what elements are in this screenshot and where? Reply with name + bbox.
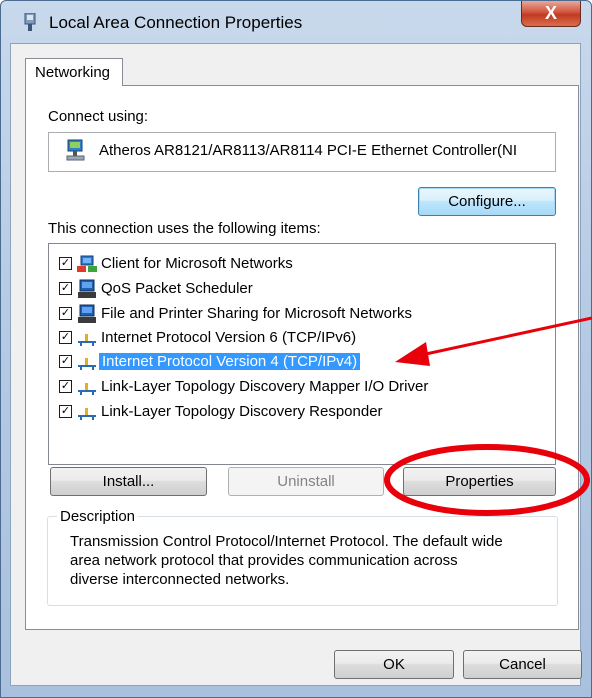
protocol-icon bbox=[78, 358, 96, 370]
network-adapter-icon bbox=[66, 139, 85, 161]
configure-button[interactable]: Configure... bbox=[418, 187, 556, 216]
item-label: Link-Layer Topology Discovery Mapper I/O… bbox=[101, 378, 429, 395]
connect-using-label: Connect using: bbox=[48, 108, 149, 125]
ok-button[interactable]: OK bbox=[334, 650, 454, 679]
checkbox[interactable]: ✓ bbox=[59, 307, 72, 320]
description-text: Transmission Control Protocol/Internet P… bbox=[70, 532, 540, 589]
protocol-icon bbox=[78, 334, 96, 346]
description-line: diverse interconnected networks. bbox=[70, 571, 290, 588]
service-icon bbox=[78, 304, 96, 323]
checkbox[interactable]: ✓ bbox=[59, 331, 72, 344]
checkbox[interactable]: ✓ bbox=[59, 380, 72, 393]
protocol-icon bbox=[78, 383, 96, 395]
checkbox[interactable]: ✓ bbox=[59, 355, 72, 368]
tab-networking[interactable]: Networking bbox=[25, 58, 123, 86]
network-connection-icon bbox=[24, 13, 36, 31]
description-line: area network protocol that provides comm… bbox=[70, 552, 458, 569]
checkbox[interactable]: ✓ bbox=[59, 282, 72, 295]
item-label: Client for Microsoft Networks bbox=[101, 255, 293, 272]
title-bar[interactable]: Local Area Connection Properties X bbox=[1, 1, 591, 41]
adapter-name: Atheros AR8121/AR8113/AR8114 PCI-E Ether… bbox=[99, 142, 517, 159]
description-line: Transmission Control Protocol/Internet P… bbox=[70, 533, 503, 550]
close-button[interactable]: X bbox=[521, 1, 581, 27]
network-client-icon bbox=[77, 255, 97, 272]
description-legend: Description bbox=[57, 508, 139, 525]
protocol-icon bbox=[78, 408, 96, 420]
tab-label: Networking bbox=[35, 64, 111, 81]
service-icon bbox=[78, 279, 96, 298]
items-label: This connection uses the following items… bbox=[48, 220, 321, 237]
checkbox[interactable]: ✓ bbox=[59, 405, 72, 418]
properties-button[interactable]: Properties bbox=[403, 467, 556, 496]
item-label-selected: Internet Protocol Version 4 (TCP/IPv4) bbox=[99, 353, 361, 370]
uninstall-button[interactable]: Uninstall bbox=[228, 467, 384, 496]
item-label: QoS Packet Scheduler bbox=[101, 280, 253, 297]
cancel-button[interactable]: Cancel bbox=[463, 650, 582, 679]
window-title: Local Area Connection Properties bbox=[49, 13, 303, 32]
item-label: File and Printer Sharing for Microsoft N… bbox=[101, 305, 412, 322]
install-button[interactable]: Install... bbox=[50, 467, 207, 496]
item-label: Internet Protocol Version 6 (TCP/IPv6) bbox=[101, 329, 357, 346]
checkbox[interactable]: ✓ bbox=[59, 257, 72, 270]
item-label: Link-Layer Topology Discovery Responder bbox=[101, 403, 383, 420]
